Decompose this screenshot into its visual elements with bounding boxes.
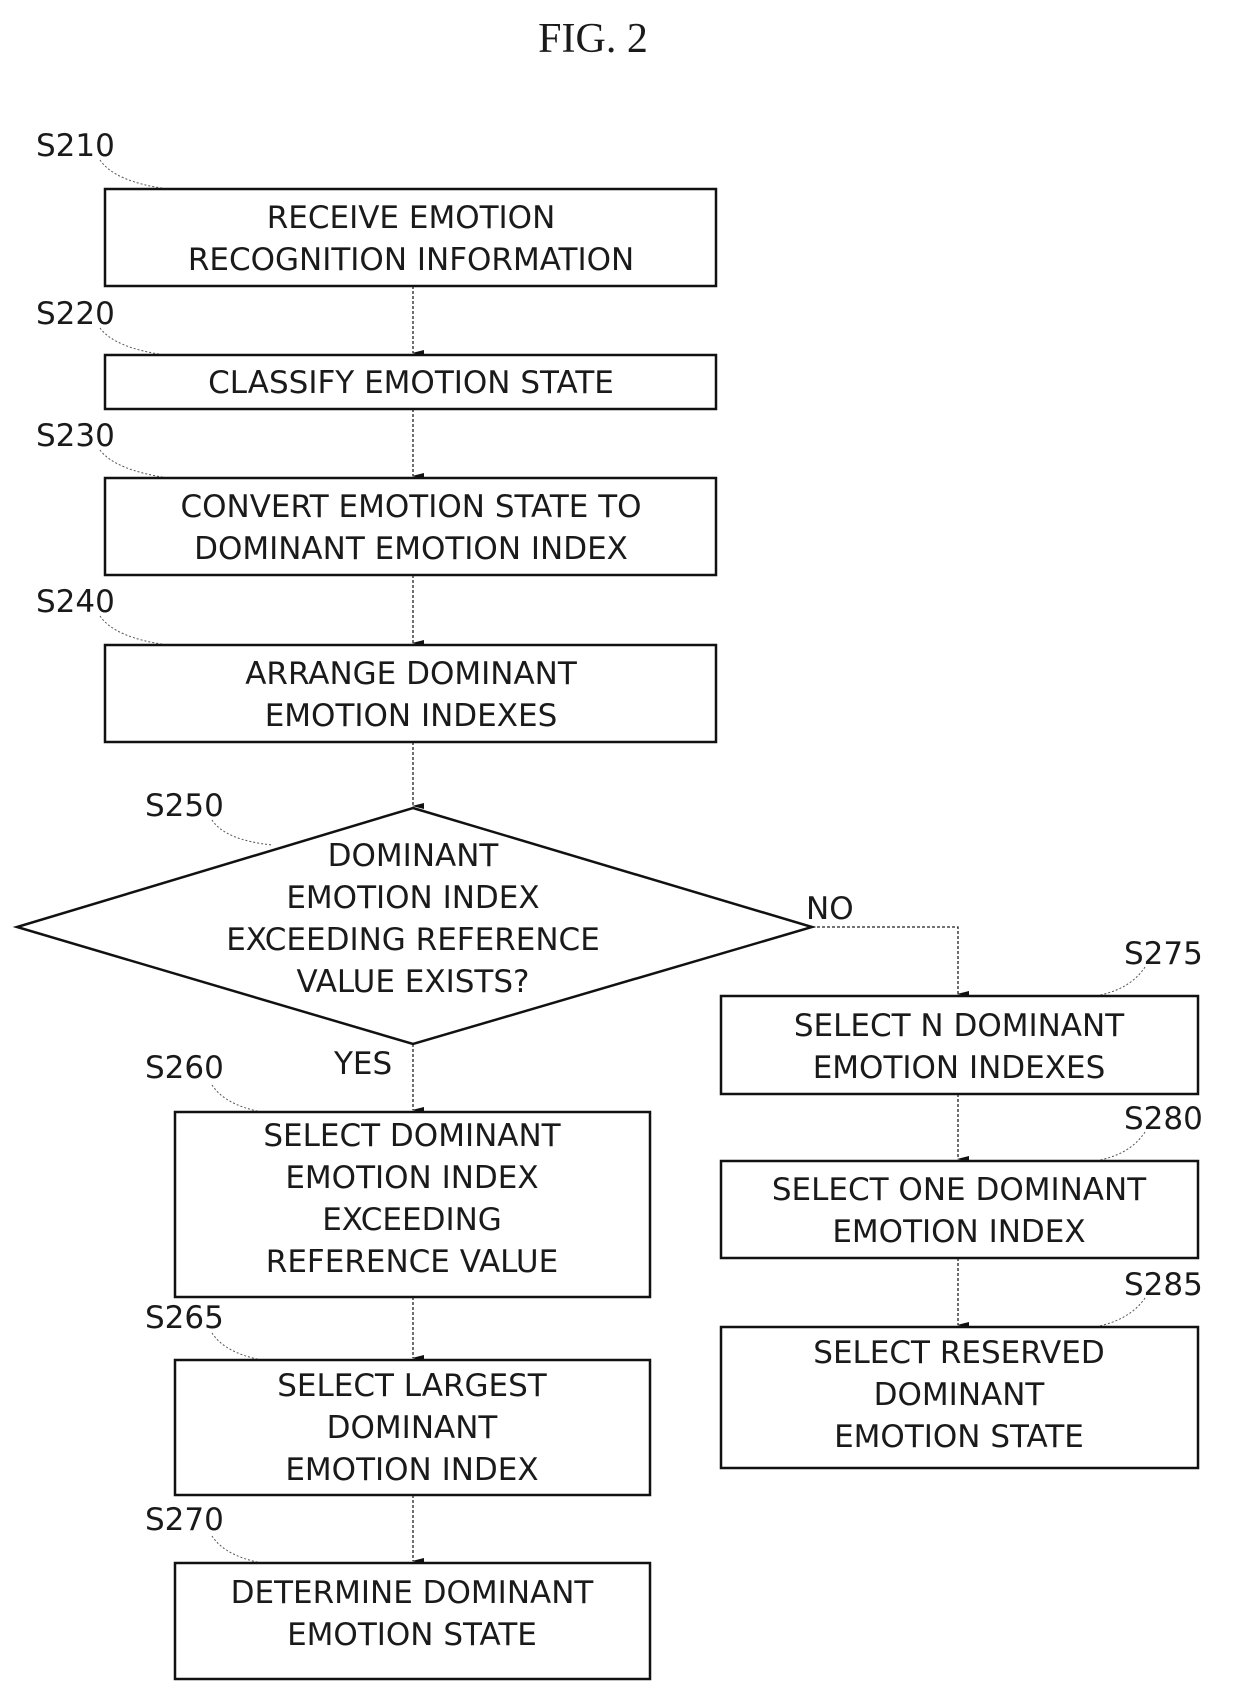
step-text-line: SELECT RESERVED [813,1335,1104,1371]
step-text-line: REFERENCE VALUE [266,1244,558,1280]
branch-label-no: NO [806,891,854,927]
step-text-line: EXCEEDING [322,1202,502,1238]
step-text-line: EMOTION INDEX [286,880,539,916]
connector-no-s275 [812,926,969,997]
step-text-line: DOMINANT EMOTION INDEX [194,531,628,567]
step-label-s275: S275 [1124,936,1203,972]
step-text-line: DOMINANT [327,1410,499,1446]
leader-s230 [99,449,169,479]
step-text-line: EMOTION INDEX [832,1214,1085,1250]
step-text-line: SELECT ONE DOMINANT [772,1172,1147,1208]
leader-s240 [99,615,169,646]
step-text-line: SELECT LARGEST [277,1368,548,1404]
leader-s210 [99,159,169,190]
step-text-s220: CLASSIFY EMOTION STATE [208,365,614,401]
step-text-line: VALUE EXISTS? [297,964,530,1000]
leader-s260 [211,1084,263,1113]
step-label-s250: S250 [145,788,224,824]
figure-title: FIG. 2 [538,16,648,62]
step-text-line: EMOTION INDEX [285,1160,538,1196]
step-text-line: EMOTION INDEX [285,1452,538,1488]
step-text-line: DETERMINE DOMINANT [231,1575,595,1611]
step-label-s240: S240 [36,584,115,620]
step-text-line: SELECT N DOMINANT [794,1008,1125,1044]
step-label-s220: S220 [36,296,115,332]
step-label-s260: S260 [145,1050,224,1086]
step-text-line: EXCEEDING REFERENCE [226,922,600,958]
step-label-s265: S265 [145,1300,224,1336]
step-text-line: DOMINANT [328,838,500,874]
step-text-line: RECOGNITION INFORMATION [188,242,634,278]
step-text-line: EMOTION INDEXES [265,698,558,734]
step-text-line: EMOTION INDEXES [813,1050,1106,1086]
step-label-s280: S280 [1124,1101,1203,1137]
flowchart: FIG. 2 S210 S220 S230 S240 S250 S260 S26… [12,16,1203,1681]
step-label-s210: S210 [36,128,115,164]
leader-s270 [211,1535,263,1564]
step-text-line: CONVERT EMOTION STATE TO [180,489,641,525]
step-label-s230: S230 [36,418,115,454]
step-text-line: CLASSIFY EMOTION STATE [208,365,614,401]
step-text-line: DOMINANT [874,1377,1046,1413]
step-text-line: EMOTION STATE [834,1419,1084,1455]
leader-s220 [99,327,166,356]
step-text-line: EMOTION STATE [287,1617,537,1653]
step-text-line: ARRANGE DOMINANT [245,656,578,692]
step-text-line: SELECT DOMINANT [263,1118,561,1154]
branch-label-yes: YES [333,1046,392,1082]
step-label-s270: S270 [145,1502,224,1538]
step-text-line: RECEIVE EMOTION [267,200,556,236]
step-label-s285: S285 [1124,1267,1203,1303]
leader-s265 [211,1332,263,1361]
